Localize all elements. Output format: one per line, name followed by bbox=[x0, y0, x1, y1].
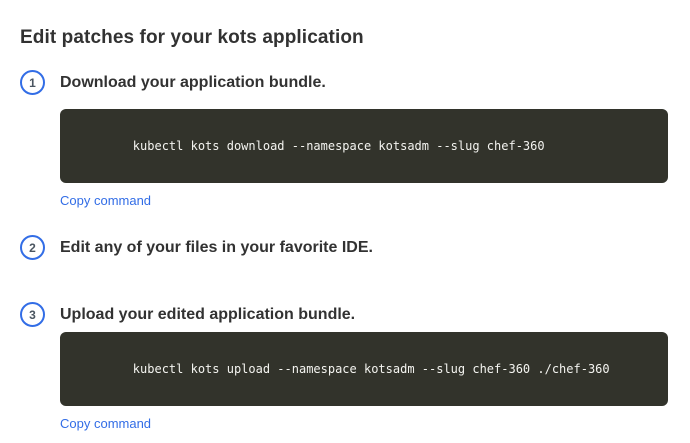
upload-command-snippet: kubectl kots upload --namespace kotsadm … bbox=[60, 332, 668, 406]
step-download: 1 Download your application bundle. kube… bbox=[20, 70, 668, 210]
step-3-number-badge: 3 bbox=[20, 302, 45, 327]
copy-download-command-link[interactable]: Copy command bbox=[60, 193, 151, 208]
copy-upload-command-link[interactable]: Copy command bbox=[60, 416, 151, 431]
step-edit: 2 Edit any of your files in your favorit… bbox=[20, 235, 668, 260]
step-3-heading: Upload your edited application bundle. bbox=[60, 302, 668, 327]
step-2-body: Edit any of your files in your favorite … bbox=[60, 235, 668, 260]
edit-patches-page: Edit patches for your kots application 1… bbox=[0, 0, 690, 443]
download-command-text: kubectl kots download --namespace kotsad… bbox=[133, 139, 545, 153]
upload-command-text: kubectl kots upload --namespace kotsadm … bbox=[133, 362, 610, 376]
step-2-heading: Edit any of your files in your favorite … bbox=[60, 235, 668, 260]
step-upload: 3 Upload your edited application bundle.… bbox=[20, 302, 668, 433]
step-3-number: 3 bbox=[29, 308, 36, 322]
download-command-snippet: kubectl kots download --namespace kotsad… bbox=[60, 109, 668, 183]
step-1-body: Download your application bundle. kubect… bbox=[60, 70, 668, 210]
step-2-number-badge: 2 bbox=[20, 235, 45, 260]
step-1-number-badge: 1 bbox=[20, 70, 45, 95]
step-1-heading: Download your application bundle. bbox=[60, 70, 668, 95]
step-1-number: 1 bbox=[29, 76, 36, 90]
step-3-body: Upload your edited application bundle. k… bbox=[60, 302, 668, 433]
page-title: Edit patches for your kots application bbox=[20, 27, 668, 49]
step-2-number: 2 bbox=[29, 241, 36, 255]
